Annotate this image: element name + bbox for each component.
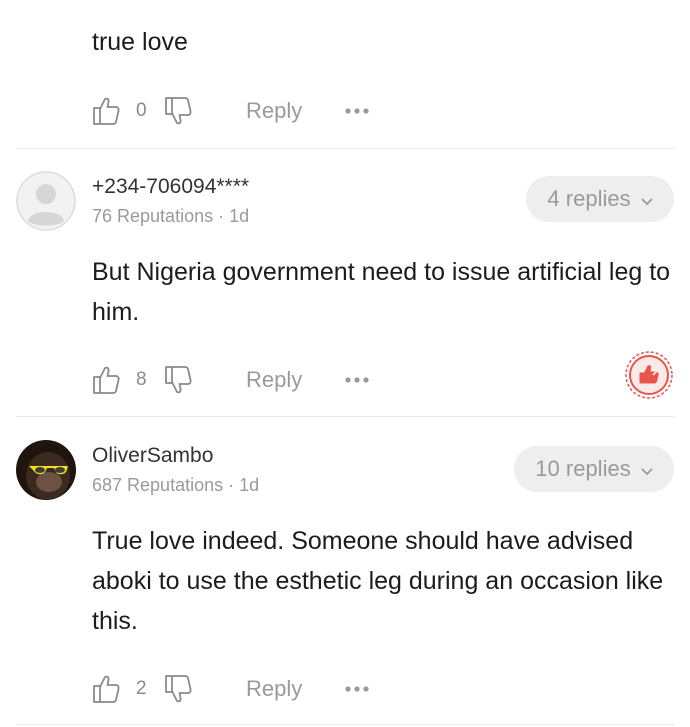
comment-text: true love bbox=[92, 28, 188, 56]
reputation-count: 687 Reputations bbox=[92, 475, 224, 495]
like-count: 0 bbox=[136, 100, 147, 121]
chevron-down-icon bbox=[641, 456, 653, 482]
default-avatar-icon[interactable] bbox=[16, 171, 76, 231]
replies-count: 10 replies bbox=[535, 456, 631, 481]
thumbs-down-icon[interactable] bbox=[164, 365, 192, 395]
comment-author[interactable]: +234-706094**** bbox=[92, 175, 249, 199]
replies-button[interactable]: 4 replies bbox=[526, 176, 674, 222]
divider bbox=[16, 148, 674, 149]
thumbs-down-icon[interactable] bbox=[164, 96, 192, 126]
divider bbox=[16, 416, 674, 417]
thumbs-down-icon[interactable] bbox=[164, 674, 192, 704]
comment-actions: 2 Reply bbox=[92, 671, 370, 707]
reply-button[interactable]: Reply bbox=[246, 676, 302, 702]
thumbs-up-icon[interactable] bbox=[92, 365, 120, 395]
more-options-icon[interactable] bbox=[344, 680, 370, 698]
replies-button[interactable]: 10 replies bbox=[514, 446, 674, 492]
divider bbox=[16, 724, 674, 725]
comment-text: True love indeed. Someone should have ad… bbox=[92, 527, 664, 635]
thumbs-up-icon[interactable] bbox=[92, 674, 120, 704]
reply-button[interactable]: Reply bbox=[246, 98, 302, 124]
like-count: 2 bbox=[136, 678, 147, 699]
chimp-sunglasses-avatar[interactable] bbox=[16, 440, 76, 500]
more-options-icon[interactable] bbox=[344, 371, 370, 389]
reputation-count: 76 Reputations bbox=[92, 206, 214, 226]
like-count: 8 bbox=[136, 369, 147, 390]
comment-author[interactable]: OliverSambo bbox=[92, 444, 213, 468]
thumbs-up-icon[interactable] bbox=[92, 96, 120, 126]
comment-actions: 0 Reply bbox=[92, 93, 370, 129]
comment-thread: true love 0 Reply +234-706094**** 76 Rep… bbox=[0, 0, 690, 727]
comment-time: 1d bbox=[239, 475, 260, 495]
comment-actions: 8 Reply bbox=[92, 362, 370, 398]
more-options-icon[interactable] bbox=[344, 102, 370, 120]
comment-meta: 687 Reputations · 1d bbox=[92, 475, 259, 496]
replies-count: 4 replies bbox=[547, 186, 631, 211]
meta-separator: · bbox=[218, 206, 225, 226]
reply-button[interactable]: Reply bbox=[246, 367, 302, 393]
thumbs-up-stamp-icon bbox=[624, 350, 674, 400]
meta-separator: · bbox=[228, 475, 235, 495]
chevron-down-icon bbox=[640, 186, 653, 212]
comment-text: But Nigeria government need to issue art… bbox=[92, 258, 671, 326]
comment-time: 1d bbox=[229, 206, 250, 226]
comment-meta: 76 Reputations · 1d bbox=[92, 206, 249, 227]
